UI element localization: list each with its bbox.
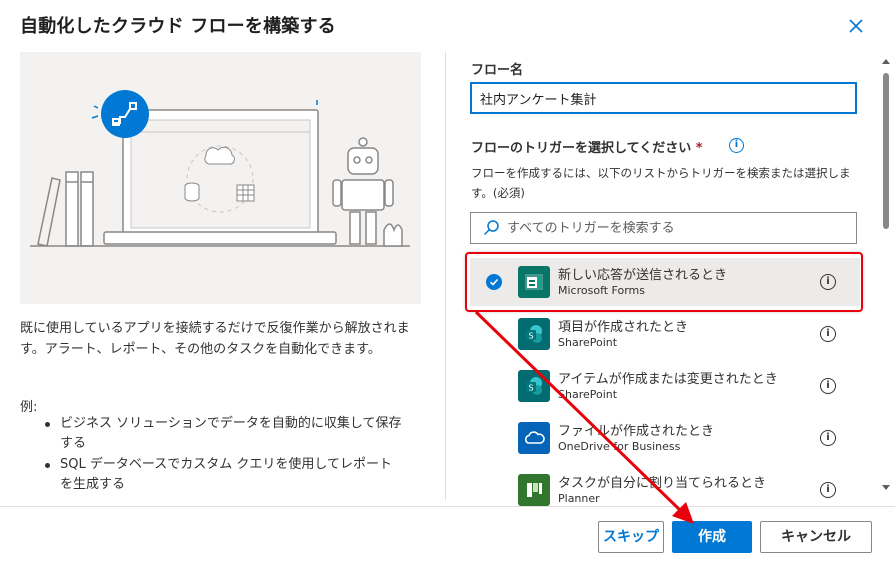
trigger-label-text: フローのトリガーを選択してください — [471, 141, 692, 156]
trigger-item[interactable]: S アイテムが作成または変更されたとき SharePoint i — [470, 362, 860, 410]
info-icon[interactable]: i — [820, 326, 836, 342]
trigger-name: 項目が作成されたとき — [558, 320, 689, 335]
trigger-connector: Microsoft Forms — [558, 284, 645, 297]
skip-button[interactable]: スキップ — [598, 521, 664, 553]
footer-divider — [0, 506, 895, 507]
forms-icon — [518, 266, 550, 298]
search-icon — [483, 220, 499, 236]
sharepoint-icon: S — [518, 370, 550, 402]
example-item: ビジネス ソリューションでデータを自動的に収集して保存する — [44, 414, 404, 454]
trigger-connector: Planner — [558, 492, 600, 505]
trigger-item[interactable]: ファイルが作成されたとき OneDrive for Business i — [470, 414, 860, 462]
trigger-item[interactable]: 新しい応答が送信されるとき Microsoft Forms i — [470, 258, 860, 306]
info-icon[interactable]: i — [820, 482, 836, 498]
svg-text:S: S — [528, 332, 533, 341]
info-icon[interactable]: i — [820, 378, 836, 394]
flow-name-label: フロー名 — [471, 63, 524, 78]
flow-name-input[interactable] — [470, 82, 857, 114]
info-icon[interactable]: i — [729, 138, 744, 153]
planner-icon — [518, 474, 550, 506]
trigger-label: フローのトリガーを選択してください * — [471, 137, 703, 156]
examples-label: 例: — [20, 400, 38, 415]
trigger-connector: SharePoint — [558, 336, 618, 349]
trigger-search-box[interactable] — [470, 212, 857, 244]
examples-list: ビジネス ソリューションでデータを自動的に収集して保存する SQL データベース… — [44, 414, 404, 496]
trigger-name: ファイルが作成されたとき — [558, 424, 715, 439]
cancel-button[interactable]: キャンセル — [760, 521, 872, 553]
dialog-title: 自動化したクラウド フローを構築する — [20, 16, 336, 37]
trigger-connector: SharePoint — [558, 388, 618, 401]
illustration — [20, 52, 421, 304]
trigger-name: タスクが自分に割り当てられるとき — [558, 476, 767, 491]
description-text: 既に使用しているアプリを接続するだけで反復作業から解放されます。アラート、レポー… — [20, 321, 410, 357]
create-button[interactable]: 作成 — [672, 521, 752, 553]
scroll-up-arrow-icon[interactable] — [882, 59, 890, 64]
sharepoint-icon: S — [518, 318, 550, 350]
trigger-list-scrollbar[interactable] — [880, 55, 892, 495]
onedrive-icon — [518, 422, 550, 454]
required-mark: * — [695, 141, 703, 156]
close-icon[interactable] — [846, 16, 866, 36]
scroll-down-arrow-icon[interactable] — [882, 485, 890, 490]
trigger-connector: OneDrive for Business — [558, 440, 681, 453]
info-icon[interactable]: i — [820, 274, 836, 290]
trigger-item[interactable]: タスクが自分に割り当てられるとき Planner i — [470, 466, 860, 506]
trigger-item[interactable]: S 項目が作成されたとき SharePoint i — [470, 310, 860, 358]
svg-text:S: S — [528, 384, 533, 393]
scrollbar-thumb[interactable] — [883, 73, 889, 229]
trigger-search-input[interactable] — [507, 220, 837, 236]
trigger-help-text: フローを作成するには、以下のリストからトリガーを検索または選択します。(必須) — [471, 166, 851, 200]
trigger-name: 新しい応答が送信されるとき — [558, 268, 728, 283]
vertical-divider — [445, 52, 446, 500]
example-item: SQL データベースでカスタム クエリを使用してレポートを生成する — [44, 455, 404, 495]
info-icon[interactable]: i — [820, 430, 836, 446]
checkmark-icon — [486, 274, 502, 290]
trigger-name: アイテムが作成または変更されたとき — [558, 372, 778, 387]
